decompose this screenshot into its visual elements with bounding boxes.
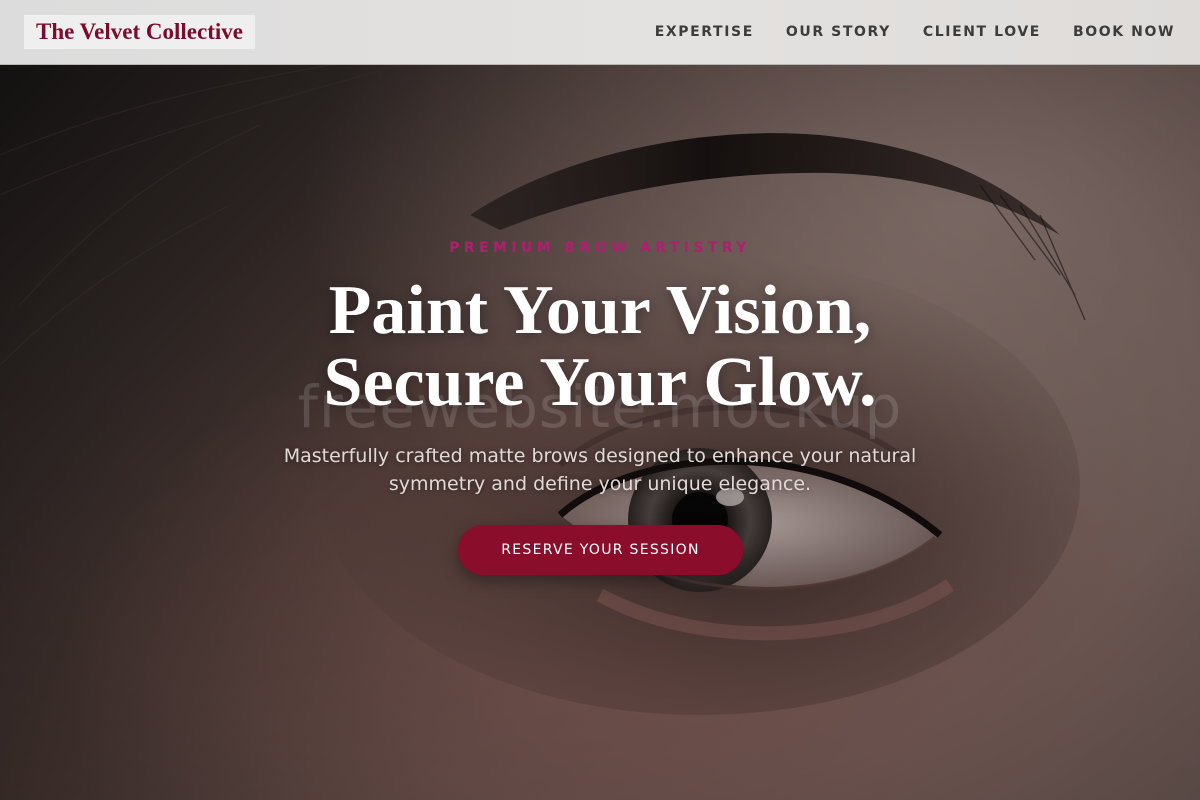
nav-link-book-now[interactable]: BOOK NOW	[1073, 24, 1175, 40]
hero-headline-line-2: Secure Your Glow.	[323, 344, 877, 421]
reserve-session-button[interactable]: RESERVE YOUR SESSION	[458, 525, 743, 575]
hero-section: freewebsite.mockup PREMIUM BROW ARTISTRY…	[0, 65, 1200, 800]
nav-link-expertise[interactable]: EXPERTISE	[655, 24, 754, 40]
hero-overlay	[0, 65, 1200, 800]
hero-eyebrow: PREMIUM BROW ARTISTRY	[449, 240, 751, 256]
main-nav: EXPERTISE OUR STORY CLIENT LOVE BOOK NOW	[623, 0, 1175, 64]
site-header: The Velvet Collective EXPERTISE OUR STOR…	[0, 0, 1200, 65]
nav-link-our-story[interactable]: OUR STORY	[786, 24, 891, 40]
site-logo[interactable]: The Velvet Collective	[24, 15, 255, 49]
hero-headline: Paint Your Vision, Secure Your Glow.	[0, 275, 1200, 419]
hero-subtext: Masterfully crafted matte brows designed…	[283, 445, 917, 495]
hero-headline-line-1: Paint Your Vision,	[328, 272, 872, 349]
nav-link-client-love[interactable]: CLIENT LOVE	[923, 24, 1041, 40]
